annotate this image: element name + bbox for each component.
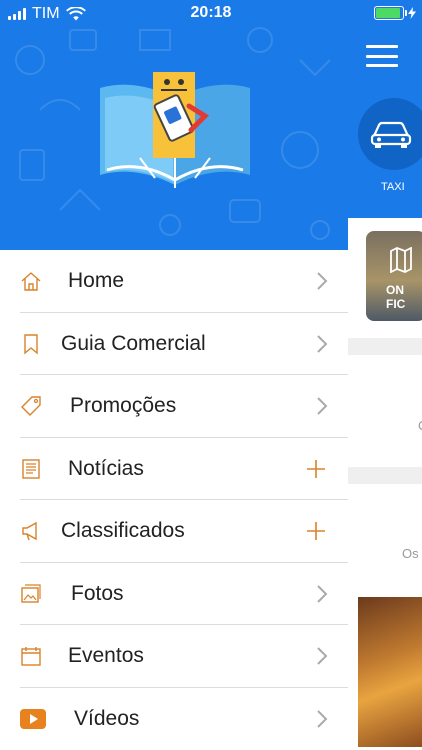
map-icon xyxy=(390,247,412,273)
taxi-label: TAXI xyxy=(381,181,405,193)
main-header: TAXI xyxy=(348,0,422,218)
menu-item-promocoes[interactable]: Promoções xyxy=(0,375,348,438)
drawer-menu: Home Guia Comercial Promoções Notícias C… xyxy=(0,250,348,750)
tag-icon xyxy=(21,396,41,417)
menu-item-label: Promoções xyxy=(70,394,177,418)
battery-icon xyxy=(374,6,407,20)
photos-icon xyxy=(21,584,41,603)
menu-item-label: Guia Comercial xyxy=(61,331,206,355)
app-logo xyxy=(100,72,250,188)
menu-item-videos[interactable]: Vídeos xyxy=(0,688,348,750)
main-content-background: TAXI ON FIC C Os xyxy=(348,0,422,750)
side-drawer: Home Guia Comercial Promoções Notícias C… xyxy=(0,0,348,750)
menu-item-fotos[interactable]: Fotos xyxy=(0,563,348,626)
menu-item-label: Classificados xyxy=(61,519,185,543)
home-icon xyxy=(21,272,41,291)
chevron-right-icon xyxy=(317,335,328,353)
chevron-right-icon xyxy=(317,585,328,603)
plus-icon xyxy=(307,522,325,541)
menu-item-label: Home xyxy=(68,269,125,293)
bookmark-icon xyxy=(24,334,38,355)
menu-item-noticias[interactable]: Notícias xyxy=(0,438,348,501)
menu-item-eventos[interactable]: Eventos xyxy=(0,625,348,688)
status-right xyxy=(374,6,416,20)
status-bar: TIM 20:18 xyxy=(0,0,422,28)
calendar-icon xyxy=(21,647,41,666)
hamburger-menu-icon[interactable] xyxy=(366,45,398,67)
featured-card-title-line1: ON xyxy=(386,283,404,297)
content-card-text: C xyxy=(418,418,422,433)
car-icon xyxy=(370,121,412,148)
drawer-header xyxy=(0,0,348,250)
menu-item-classificados[interactable]: Classificados xyxy=(0,500,348,563)
menu-item-label: Notícias xyxy=(68,456,144,480)
content-card-2-text: Os xyxy=(402,546,419,561)
newspaper-icon xyxy=(22,459,40,479)
chevron-right-icon xyxy=(317,710,328,728)
featured-card-image: ON FIC xyxy=(366,231,422,321)
megaphone-icon xyxy=(22,522,37,541)
menu-item-guia-comercial[interactable]: Guia Comercial xyxy=(0,313,348,376)
charging-icon xyxy=(408,7,416,19)
taxi-button[interactable] xyxy=(358,98,422,170)
menu-item-label: Eventos xyxy=(68,644,144,668)
video-icon xyxy=(20,708,46,729)
beer-image xyxy=(358,597,422,747)
plus-icon xyxy=(307,459,325,478)
menu-item-label: Vídeos xyxy=(74,706,140,730)
menu-item-home[interactable]: Home xyxy=(0,250,348,313)
featured-card-title: ON FIC xyxy=(386,283,405,311)
chevron-right-icon xyxy=(317,647,328,665)
chevron-right-icon xyxy=(317,272,328,290)
featured-card[interactable]: ON FIC xyxy=(348,218,422,338)
status-time: 20:18 xyxy=(190,4,232,21)
menu-item-label: Fotos xyxy=(71,581,124,605)
content-card[interactable] xyxy=(348,355,422,467)
chevron-right-icon xyxy=(317,397,328,415)
featured-card-title-line2: FIC xyxy=(386,297,406,311)
